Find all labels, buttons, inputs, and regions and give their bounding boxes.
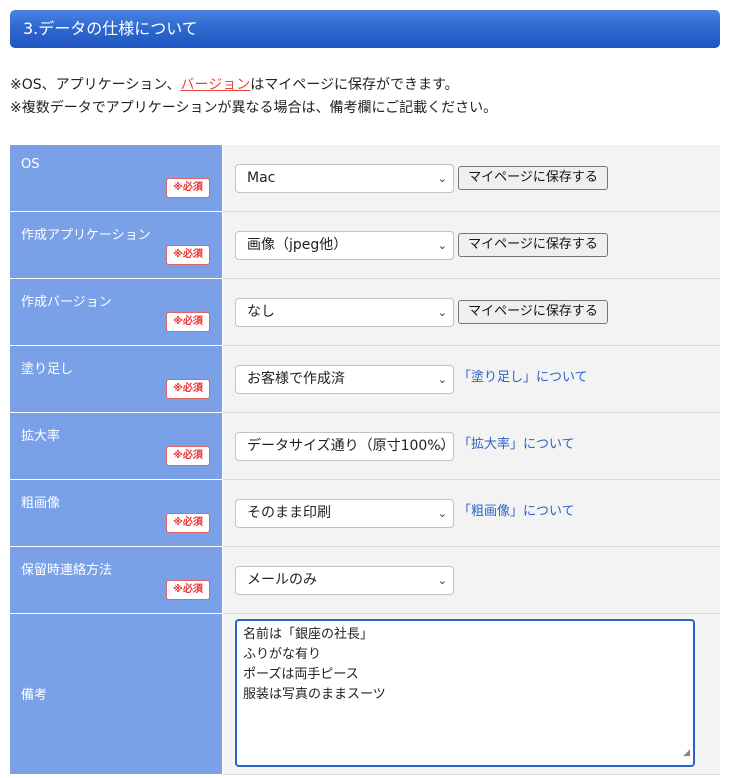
row-label: 粗画像 xyxy=(21,496,61,511)
note-line-2: ※複数データでアプリケーションが異なる場合は、備考欄にご記載ください。 xyxy=(10,100,498,116)
note-line-1: ※OS、アプリケーション、バージョンはマイページに保存ができます。 xyxy=(10,77,459,93)
chevron-down-icon: ⌄ xyxy=(437,440,447,453)
save-button[interactable]: マイページに保存する xyxy=(458,300,608,324)
row-bleed: 塗り足し ※必須 お客様で作成済 ⌄ 「塗り足し」について xyxy=(10,345,720,413)
row-label: 作成アプリケーション xyxy=(21,228,151,243)
save-button[interactable]: マイページに保存する xyxy=(458,166,608,190)
required-badge: ※必須 xyxy=(166,178,210,198)
row-label: 塗り足し xyxy=(21,362,74,377)
row-label: 備考 xyxy=(21,688,48,703)
resize-handle-icon[interactable]: ◢ xyxy=(683,743,690,763)
row-label: 作成バージョン xyxy=(21,295,112,310)
required-badge: ※必須 xyxy=(166,312,210,332)
chevron-down-icon: ⌄ xyxy=(437,507,447,520)
chevron-down-icon: ⌄ xyxy=(437,373,447,386)
application-select[interactable]: 画像（jpeg他） ⌄ xyxy=(235,231,454,260)
remarks-textarea[interactable]: 名前は「銀座の社長」 ふりがな有り ポーズは両手ピース 服装は写真のままスーツ … xyxy=(235,619,695,767)
scale-select[interactable]: データサイズ通り（原寸100%） ⌄ xyxy=(235,432,454,461)
chevron-down-icon: ⌄ xyxy=(437,306,447,319)
save-button[interactable]: マイページに保存する xyxy=(458,233,608,257)
version-link[interactable]: バージョン xyxy=(181,77,251,93)
row-application: 作成アプリケーション ※必須 画像（jpeg他） ⌄ マイページに保存する xyxy=(10,211,720,279)
row-label: 保留時連絡方法 xyxy=(21,563,113,578)
row-rough-image: 粗画像 ※必須 そのまま印刷 ⌄ 「粗画像」について xyxy=(10,479,720,547)
chevron-down-icon: ⌄ xyxy=(437,172,447,185)
section-title: 3.データの仕様について xyxy=(23,19,198,38)
row-contact-method: 保留時連絡方法 ※必須 メールのみ ⌄ xyxy=(10,546,720,614)
row-version: 作成バージョン ※必須 なし ⌄ マイページに保存する xyxy=(10,278,720,346)
row-os: OS ※必須 Mac ⌄ マイページに保存する xyxy=(10,145,720,212)
rough-image-select[interactable]: そのまま印刷 ⌄ xyxy=(235,499,454,528)
required-badge: ※必須 xyxy=(166,513,210,533)
required-badge: ※必須 xyxy=(166,446,210,466)
contact-method-select[interactable]: メールのみ ⌄ xyxy=(235,566,454,595)
required-badge: ※必須 xyxy=(166,245,210,265)
row-scale: 拡大率 ※必須 データサイズ通り（原寸100%） ⌄ 「拡大率」について xyxy=(10,412,720,480)
chevron-down-icon: ⌄ xyxy=(437,239,447,252)
notes: ※OS、アプリケーション、バージョンはマイページに保存ができます。 ※複数データ… xyxy=(10,74,497,120)
rough-image-info-link[interactable]: 「粗画像」について xyxy=(458,501,575,523)
bleed-select[interactable]: お客様で作成済 ⌄ xyxy=(235,365,454,394)
version-select[interactable]: なし ⌄ xyxy=(235,298,454,327)
required-badge: ※必須 xyxy=(166,379,210,399)
bleed-info-link[interactable]: 「塗り足し」について xyxy=(458,367,588,389)
os-select[interactable]: Mac ⌄ xyxy=(235,164,454,193)
section-header: 3.データの仕様について xyxy=(10,10,720,48)
row-label: 拡大率 xyxy=(21,429,61,444)
required-badge: ※必須 xyxy=(166,580,210,600)
spec-table: OS ※必須 Mac ⌄ マイページに保存する 作成アプリケーション ※必須 画… xyxy=(10,145,720,775)
chevron-down-icon: ⌄ xyxy=(437,574,447,587)
row-remarks: 備考 名前は「銀座の社長」 ふりがな有り ポーズは両手ピース 服装は写真のままス… xyxy=(10,613,720,775)
row-label: OS xyxy=(21,157,40,172)
scale-info-link[interactable]: 「拡大率」について xyxy=(458,434,575,456)
